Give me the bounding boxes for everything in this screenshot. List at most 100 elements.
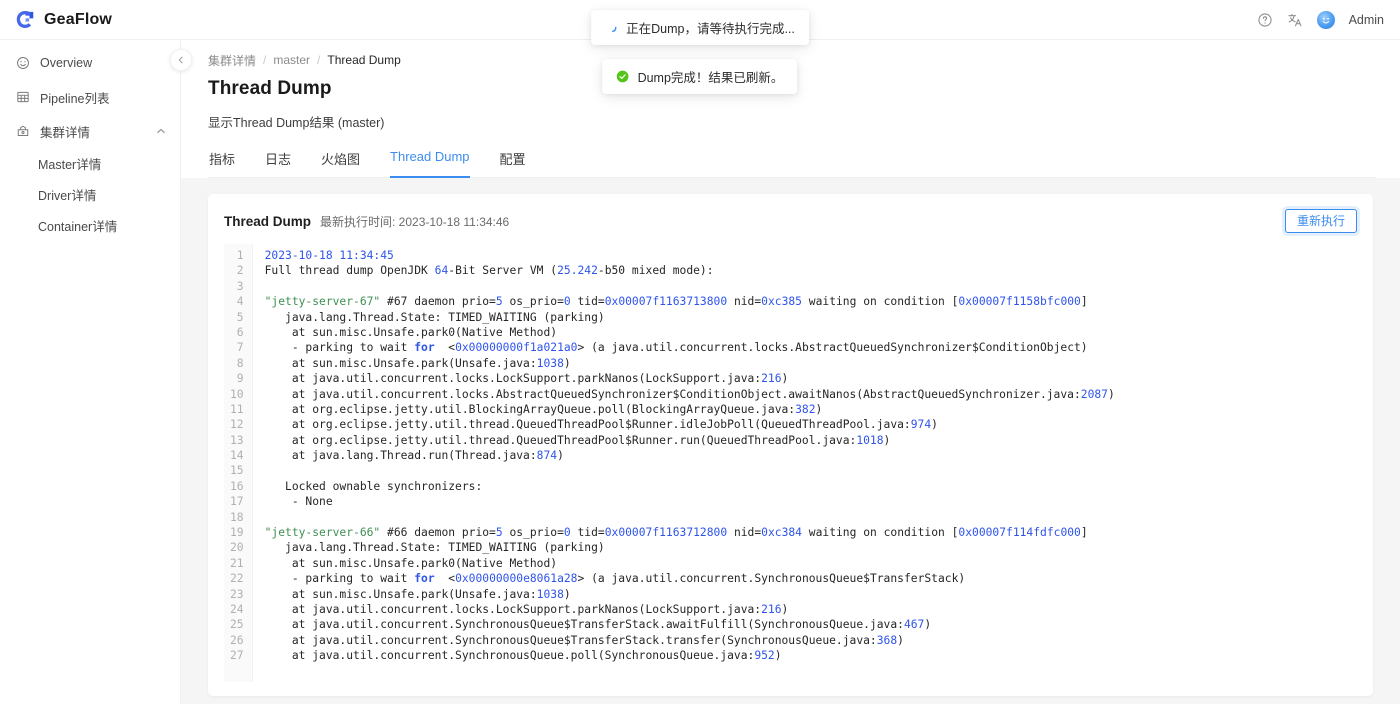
code-content: 2023-10-18 11:34:45Full thread dump Open…: [253, 244, 1357, 682]
code-line: java.lang.Thread.State: TIMED_WAITING (p…: [265, 540, 1357, 555]
code-line-number: 13: [230, 433, 244, 448]
brand-name: GeaFlow: [44, 11, 112, 29]
code-line-number: 3: [230, 279, 244, 294]
code-line: at sun.misc.Unsafe.park(Unsafe.java:1038…: [265, 356, 1357, 371]
sidebar-item-cluster-detail-label: 集群详情: [40, 122, 90, 141]
thread-dump-card: Thread Dump 最新执行时间: 2023-10-18 11:34:46 …: [208, 194, 1373, 696]
code-line: - parking to wait for <0x00000000e8061a2…: [265, 571, 1357, 586]
card-header: Thread Dump 最新执行时间: 2023-10-18 11:34:46 …: [224, 208, 1357, 234]
code-line-number: 16: [230, 479, 244, 494]
geaflow-g-logo-icon: [14, 9, 36, 31]
code-line: at sun.misc.Unsafe.park0(Native Method): [265, 556, 1357, 571]
code-line-number: 10: [230, 387, 244, 402]
tab-flamegraph[interactable]: 火焰图: [321, 149, 360, 177]
code-line-number: 12: [230, 417, 244, 432]
username-label: Admin: [1349, 13, 1384, 27]
smiley-circle-icon: [16, 56, 30, 70]
code-line-number: 2: [230, 263, 244, 278]
breadcrumb-item-0[interactable]: 集群详情: [208, 52, 256, 69]
sidebar-item-overview[interactable]: Overview: [0, 46, 180, 80]
translate-icon[interactable]: [1287, 12, 1303, 28]
code-line-number: 15: [230, 463, 244, 478]
code-line-number: 21: [230, 556, 244, 571]
code-line: at sun.misc.Unsafe.park(Unsafe.java:1038…: [265, 587, 1357, 602]
card-title: Thread Dump: [224, 214, 311, 229]
code-line-number: 25: [230, 617, 244, 632]
chevron-up-icon[interactable]: [156, 126, 166, 136]
code-line-numbers: 1234567891011121314151617181920212223242…: [224, 244, 253, 682]
sidebar-collapse-button[interactable]: [170, 49, 192, 71]
code-line: 2023-10-18 11:34:45: [265, 248, 1357, 263]
code-line-number: 7: [230, 340, 244, 355]
code-line: at org.eclipse.jetty.util.thread.QueuedT…: [265, 417, 1357, 432]
code-line: - None: [265, 494, 1357, 509]
breadcrumb-item-2: Thread Dump: [327, 53, 400, 67]
thread-dump-code-block[interactable]: 1234567891011121314151617181920212223242…: [224, 244, 1357, 682]
top-header: GeaFlow Admin: [0, 0, 1400, 40]
code-line: [265, 279, 1357, 294]
page-title: Thread Dump: [208, 78, 1376, 100]
code-line-number: 23: [230, 587, 244, 602]
code-line-number: 17: [230, 494, 244, 509]
code-line: at org.eclipse.jetty.util.thread.QueuedT…: [265, 433, 1357, 448]
card-subtitle-last-run-time: 最新执行时间: 2023-10-18 11:34:46: [320, 213, 509, 230]
code-line-number: 27: [230, 648, 244, 663]
page-header: 集群详情 / master / Thread Dump Thread Dump …: [181, 40, 1400, 178]
sidebar-item-driver-detail[interactable]: Driver详情: [0, 179, 180, 210]
table-grid-icon: [16, 90, 30, 104]
code-line-number: 4: [230, 294, 244, 309]
tab-logs[interactable]: 日志: [265, 149, 291, 177]
main-content: 集群详情 / master / Thread Dump Thread Dump …: [181, 40, 1400, 704]
page-description: 显示Thread Dump结果 (master): [208, 112, 1376, 131]
sidebar-item-master-detail[interactable]: Master详情: [0, 148, 180, 179]
sidebar-item-master-detail-label: Master详情: [38, 154, 101, 173]
pagination: 1 2 50 KB / 页 跳至 页: [208, 696, 1373, 704]
rerun-button[interactable]: 重新执行: [1285, 209, 1357, 233]
card-container: Thread Dump 最新执行时间: 2023-10-18 11:34:46 …: [181, 178, 1400, 704]
code-line: at java.util.concurrent.locks.LockSuppor…: [265, 602, 1357, 617]
sidebar-item-cluster-detail[interactable]: 集群详情: [0, 114, 180, 148]
code-line: at java.util.concurrent.SynchronousQueue…: [265, 617, 1357, 632]
tab-thread-dump[interactable]: Thread Dump: [390, 149, 469, 177]
breadcrumb: 集群详情 / master / Thread Dump: [208, 50, 1376, 70]
cluster-icon: [16, 124, 30, 138]
code-line: "jetty-server-66" #66 daemon prio=5 os_p…: [265, 525, 1357, 540]
code-line-number: 22: [230, 571, 244, 586]
brand-logo-area[interactable]: GeaFlow: [0, 9, 112, 31]
tab-metrics[interactable]: 指标: [209, 149, 235, 177]
user-avatar[interactable]: [1317, 11, 1335, 29]
header-actions: Admin: [1257, 11, 1400, 29]
sidebar-item-container-detail[interactable]: Container详情: [0, 210, 180, 241]
code-line-number: 11: [230, 402, 244, 417]
sidebar: Overview Pipeline列表 集群详情: [0, 40, 181, 704]
code-line: at java.util.concurrent.locks.LockSuppor…: [265, 371, 1357, 386]
sidebar-item-overview-label: Overview: [40, 56, 92, 70]
tab-config[interactable]: 配置: [500, 149, 526, 177]
code-line: at java.util.concurrent.SynchronousQueue…: [265, 648, 1357, 663]
sidebar-item-pipeline-list[interactable]: Pipeline列表: [0, 80, 180, 114]
code-line: "jetty-server-67" #67 daemon prio=5 os_p…: [265, 294, 1357, 309]
code-line: java.lang.Thread.State: TIMED_WAITING (p…: [265, 310, 1357, 325]
code-line: at org.eclipse.jetty.util.BlockingArrayQ…: [265, 402, 1357, 417]
avatar-face-icon: [1320, 14, 1332, 26]
code-line-number: 26: [230, 633, 244, 648]
sidebar-item-container-detail-label: Container详情: [38, 216, 117, 235]
tab-bar: 指标 日志 火焰图 Thread Dump 配置: [208, 149, 1376, 178]
question-circle-icon[interactable]: [1257, 12, 1273, 28]
sidebar-item-driver-detail-label: Driver详情: [38, 185, 96, 204]
code-line-number: 14: [230, 448, 244, 463]
app-root: GeaFlow Admin: [0, 0, 1400, 704]
code-line-number: 24: [230, 602, 244, 617]
code-line: Locked ownable synchronizers:: [265, 479, 1357, 494]
code-line: at sun.misc.Unsafe.park0(Native Method): [265, 325, 1357, 340]
breadcrumb-separator: /: [263, 53, 266, 67]
code-line: at java.lang.Thread.run(Thread.java:874): [265, 448, 1357, 463]
code-line-number: 1: [230, 248, 244, 263]
code-line-number: 8: [230, 356, 244, 371]
code-line-number: 19: [230, 525, 244, 540]
chevron-left-icon: [177, 56, 185, 64]
code-line-number: 9: [230, 371, 244, 386]
code-line: - parking to wait for <0x00000000f1a021a…: [265, 340, 1357, 355]
code-line: at java.util.concurrent.locks.AbstractQu…: [265, 387, 1357, 402]
breadcrumb-item-1[interactable]: master: [273, 53, 310, 67]
